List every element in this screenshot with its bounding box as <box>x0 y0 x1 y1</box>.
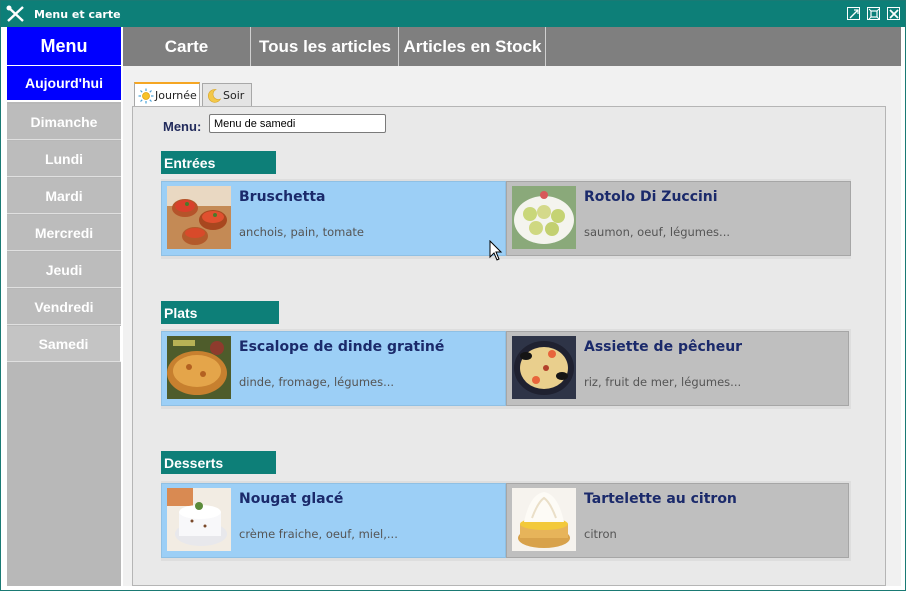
dish-name: Rotolo Di Zuccini <box>584 189 718 205</box>
top-navigation: Carte Tous les articles Articles en Stoc… <box>123 27 901 66</box>
sidebar-item-jeudi[interactable]: Jeudi <box>7 252 121 288</box>
sun-icon <box>138 88 154 103</box>
tab-soir-label: Soir <box>223 89 245 102</box>
dish-photo <box>167 488 231 551</box>
dish-name: Tartelette au citron <box>584 491 737 507</box>
sidebar-item-lundi[interactable]: Lundi <box>7 141 121 177</box>
menu-item-card[interactable]: Nougat glacé crème fraiche, oeuf, miel,.… <box>161 483 506 558</box>
sidebar-item-dimanche[interactable]: Dimanche <box>7 104 121 140</box>
dish-description: riz, fruit de mer, légumes... <box>584 375 742 389</box>
app-window: Menu et carte Menu Carte Tous les articl… <box>0 0 906 591</box>
dish-name: Assiette de pêcheur <box>584 339 743 355</box>
dish-photo <box>512 336 576 399</box>
menu-item-card[interactable]: Tartelette au citron citron <box>506 483 849 558</box>
dish-name: Bruschetta <box>239 189 326 205</box>
menu-header: Menu <box>7 27 121 65</box>
maximize-icon[interactable] <box>867 7 880 20</box>
dish-description: crème fraiche, oeuf, miel,... <box>239 527 398 541</box>
title-bar: Menu et carte <box>1 1 905 27</box>
tab-journee[interactable]: Journée <box>134 82 200 107</box>
tab-carte[interactable]: Carte <box>123 27 251 66</box>
dish-photo <box>167 336 231 399</box>
restore-icon[interactable] <box>847 7 860 20</box>
tab-tous-les-articles[interactable]: Tous les articles <box>252 27 399 66</box>
section-title-entrees: Entrées <box>161 151 276 174</box>
sidebar-item-samedi[interactable]: Samedi <box>7 326 121 362</box>
menu-item-card[interactable]: Rotolo Di Zuccini saumon, oeuf, légumes.… <box>506 181 851 256</box>
window-title: Menu et carte <box>34 8 121 21</box>
dish-description: citron <box>584 527 617 541</box>
dish-photo <box>512 186 576 249</box>
dish-description: saumon, oeuf, légumes... <box>584 225 731 239</box>
menu-item-card[interactable]: Escalope de dinde gratiné dinde, fromage… <box>161 331 506 406</box>
dish-name: Nougat glacé <box>239 491 344 507</box>
dish-name: Escalope de dinde gratiné <box>239 339 445 355</box>
sidebar-item-mardi[interactable]: Mardi <box>7 178 121 214</box>
close-icon[interactable] <box>887 7 900 20</box>
section-title-desserts: Desserts <box>161 451 276 474</box>
sidebar-item-aujourdhui[interactable]: Aujourd'hui <box>7 66 121 102</box>
section-title-plats: Plats <box>161 301 279 324</box>
dish-description: anchois, pain, tomate <box>239 225 365 239</box>
tab-soir[interactable]: Soir <box>202 83 252 107</box>
dish-photo <box>167 186 231 249</box>
sidebar-item-mercredi[interactable]: Mercredi <box>7 215 121 251</box>
dish-photo <box>512 488 576 551</box>
tab-journee-label: Journée <box>155 89 197 102</box>
dish-description: dinde, fromage, légumes... <box>239 375 395 389</box>
sidebar-item-vendredi[interactable]: Vendredi <box>7 289 121 325</box>
moon-icon <box>208 88 222 103</box>
tab-articles-en-stock[interactable]: Articles en Stock <box>400 27 546 66</box>
menu-item-card[interactable]: Assiette de pêcheur riz, fruit de mer, l… <box>506 331 849 406</box>
day-sidebar: Aujourd'hui Dimanche Lundi Mardi Mercred… <box>7 66 121 586</box>
menu-name-input[interactable] <box>209 114 386 133</box>
menu-item-card[interactable]: Bruschetta anchois, pain, tomate <box>161 181 506 256</box>
mouse-cursor-icon <box>489 240 503 261</box>
menu-field-label: Menu: <box>163 119 202 134</box>
utensils-icon <box>6 5 24 22</box>
